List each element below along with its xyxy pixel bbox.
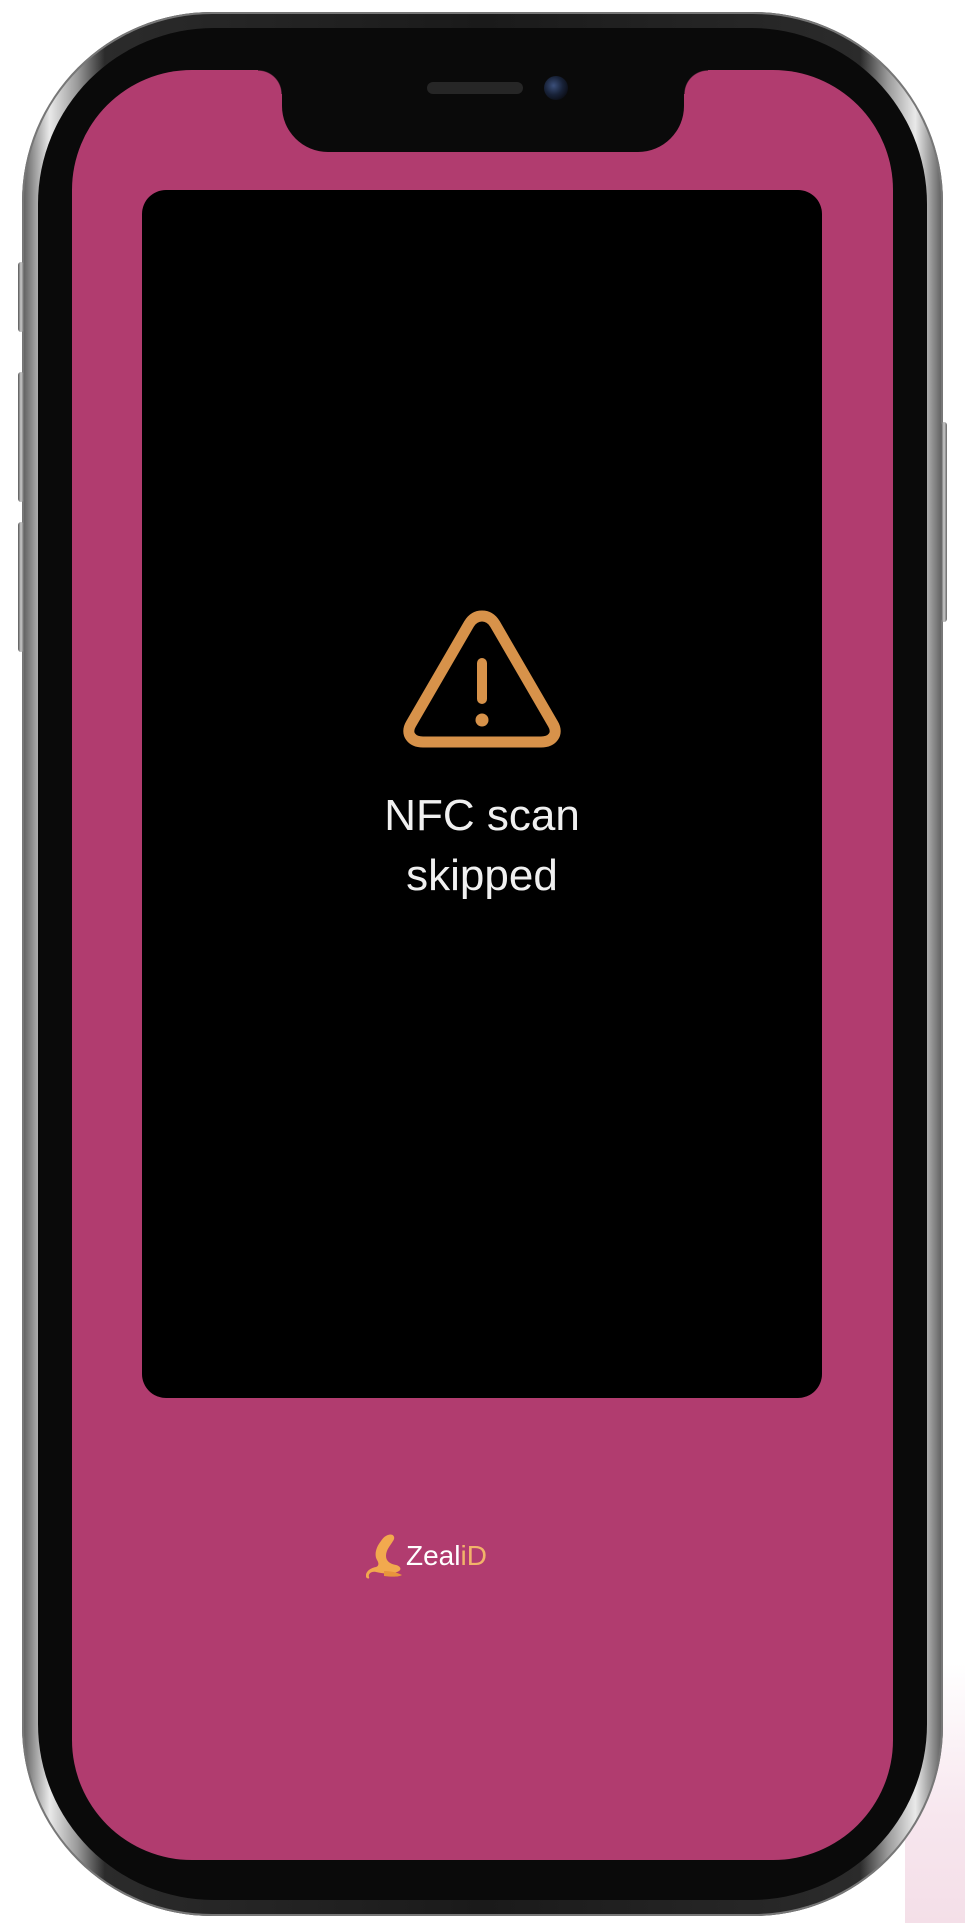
status-message: NFC scan skipped bbox=[142, 786, 822, 906]
brand-name: ZealiD bbox=[406, 1540, 487, 1572]
phone-frame: NFC scan skipped ZealiD bbox=[18, 12, 947, 1916]
side-button-left-mid bbox=[18, 372, 24, 502]
side-button-left-top bbox=[18, 262, 24, 332]
speaker-grille bbox=[427, 82, 523, 94]
phone-screen: NFC scan skipped ZealiD bbox=[72, 70, 893, 1860]
status-line-2: skipped bbox=[406, 851, 558, 900]
brand-name-prefix: Zeal bbox=[406, 1540, 461, 1571]
status-panel: NFC scan skipped bbox=[142, 190, 822, 1398]
brand-logo: ZealiD bbox=[366, 1530, 487, 1582]
zealid-seal-logo-icon bbox=[366, 1534, 402, 1579]
notch bbox=[258, 70, 708, 152]
warning-triangle-icon bbox=[403, 610, 561, 748]
brand-name-suffix: iD bbox=[460, 1540, 487, 1571]
side-button-right bbox=[941, 422, 947, 622]
side-button-left-bottom bbox=[18, 522, 24, 652]
status-line-1: NFC scan bbox=[384, 791, 580, 840]
front-camera-icon bbox=[544, 76, 568, 100]
